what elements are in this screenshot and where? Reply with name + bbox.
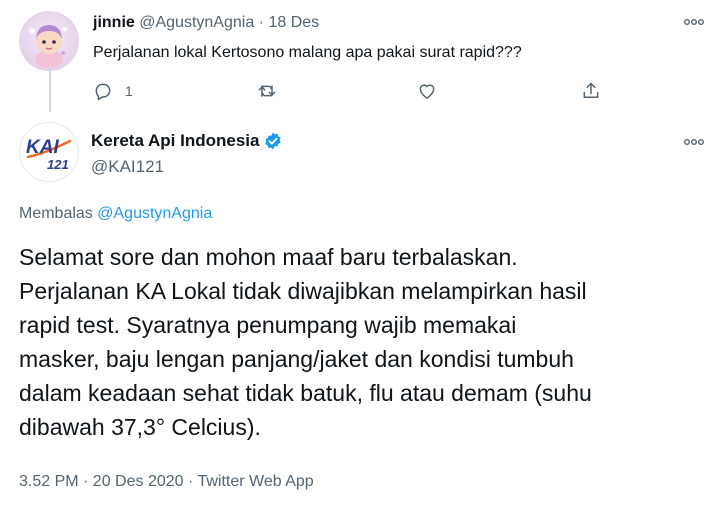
parent-display-name[interactable]: jinnie	[93, 14, 135, 31]
reply-count: 1	[125, 83, 133, 99]
main-display-name[interactable]: Kereta Api Indonesia	[91, 130, 259, 152]
retweet-icon	[258, 85, 276, 97]
heart-icon	[419, 84, 435, 99]
reply-button[interactable]: 1	[93, 80, 133, 102]
more-dots-icon[interactable]	[682, 134, 706, 150]
like-button[interactable]	[417, 80, 437, 102]
main-tweet-text: Selamat sore dan mohon maaf baru terbala…	[19, 240, 709, 444]
tweet-text-line: Perjalanan KA Lokal tidak diwajibkan mel…	[19, 278, 587, 304]
share-button[interactable]	[581, 80, 601, 102]
reply-icon	[95, 83, 111, 101]
parent-tweet[interactable]: jinnie @AgustynAgnia · 18 Des Perjalanan…	[0, 0, 720, 116]
parent-tweet-text: Perjalanan lokal Kertosono malang apa pa…	[93, 44, 522, 61]
tweet-timestamp-source[interactable]: 3.52 PM · 20 Des 2020 · Twitter Web App	[19, 471, 314, 493]
kai-logo-icon: KAI 121	[20, 123, 78, 181]
parent-action-bar: 1	[93, 80, 613, 102]
replying-to-label: Membalas @AgustynAgnia	[19, 203, 212, 225]
verified-badge-icon	[265, 132, 282, 150]
main-handle[interactable]: @KAI121	[91, 156, 164, 178]
reply-mention-link[interactable]: @AgustynAgnia	[97, 205, 212, 222]
parent-handle[interactable]: @AgustynAgnia	[139, 14, 254, 31]
replying-to-prefix: Membalas	[19, 205, 98, 222]
retweet-button[interactable]	[257, 80, 277, 102]
tweet-text-line: masker, baju lengan panjang/jaket dan ko…	[19, 346, 574, 372]
thread-connector-line	[49, 66, 51, 112]
kai-logo-text: KAI	[26, 137, 59, 158]
kai-avatar[interactable]: KAI 121	[19, 122, 79, 182]
tweet-text-line: dibawah 37,3° Celcius).	[19, 414, 261, 440]
avatar-cartoon-icon	[29, 25, 68, 68]
parent-date[interactable]: 18 Des	[268, 14, 319, 31]
more-dots-icon[interactable]	[682, 14, 706, 30]
separator-dot: ·	[258, 14, 264, 31]
parent-avatar[interactable]	[19, 11, 79, 71]
main-display-name-row[interactable]: Kereta Api Indonesia	[91, 130, 283, 152]
tweet-text-line: rapid test. Syaratnya penumpang wajib me…	[19, 312, 517, 338]
tweet-text-line: Selamat sore dan mohon maaf baru terbala…	[19, 244, 518, 270]
share-icon	[583, 82, 599, 98]
parent-tweet-header: jinnie @AgustynAgnia · 18 Des	[93, 12, 319, 34]
tweet-text-line: dalam keadaan sehat tidak batuk, flu ata…	[19, 380, 592, 406]
kai-logo-number: 121	[47, 157, 69, 172]
